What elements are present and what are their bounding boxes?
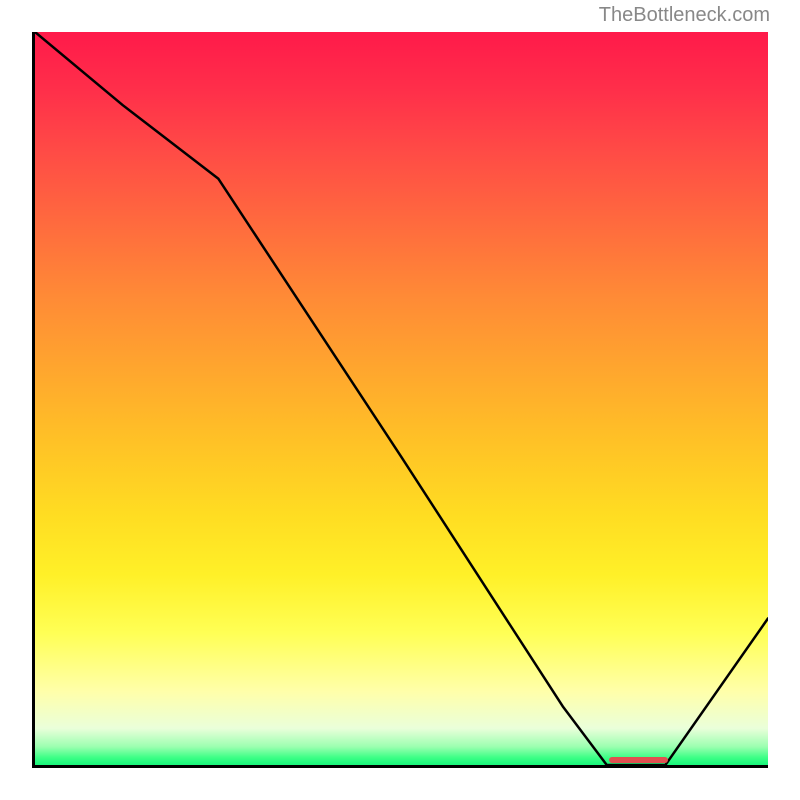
chart-area	[32, 32, 768, 768]
bottleneck-curve	[35, 32, 768, 765]
watermark-text: TheBottleneck.com	[599, 4, 770, 27]
optimal-range-marker	[609, 757, 668, 763]
